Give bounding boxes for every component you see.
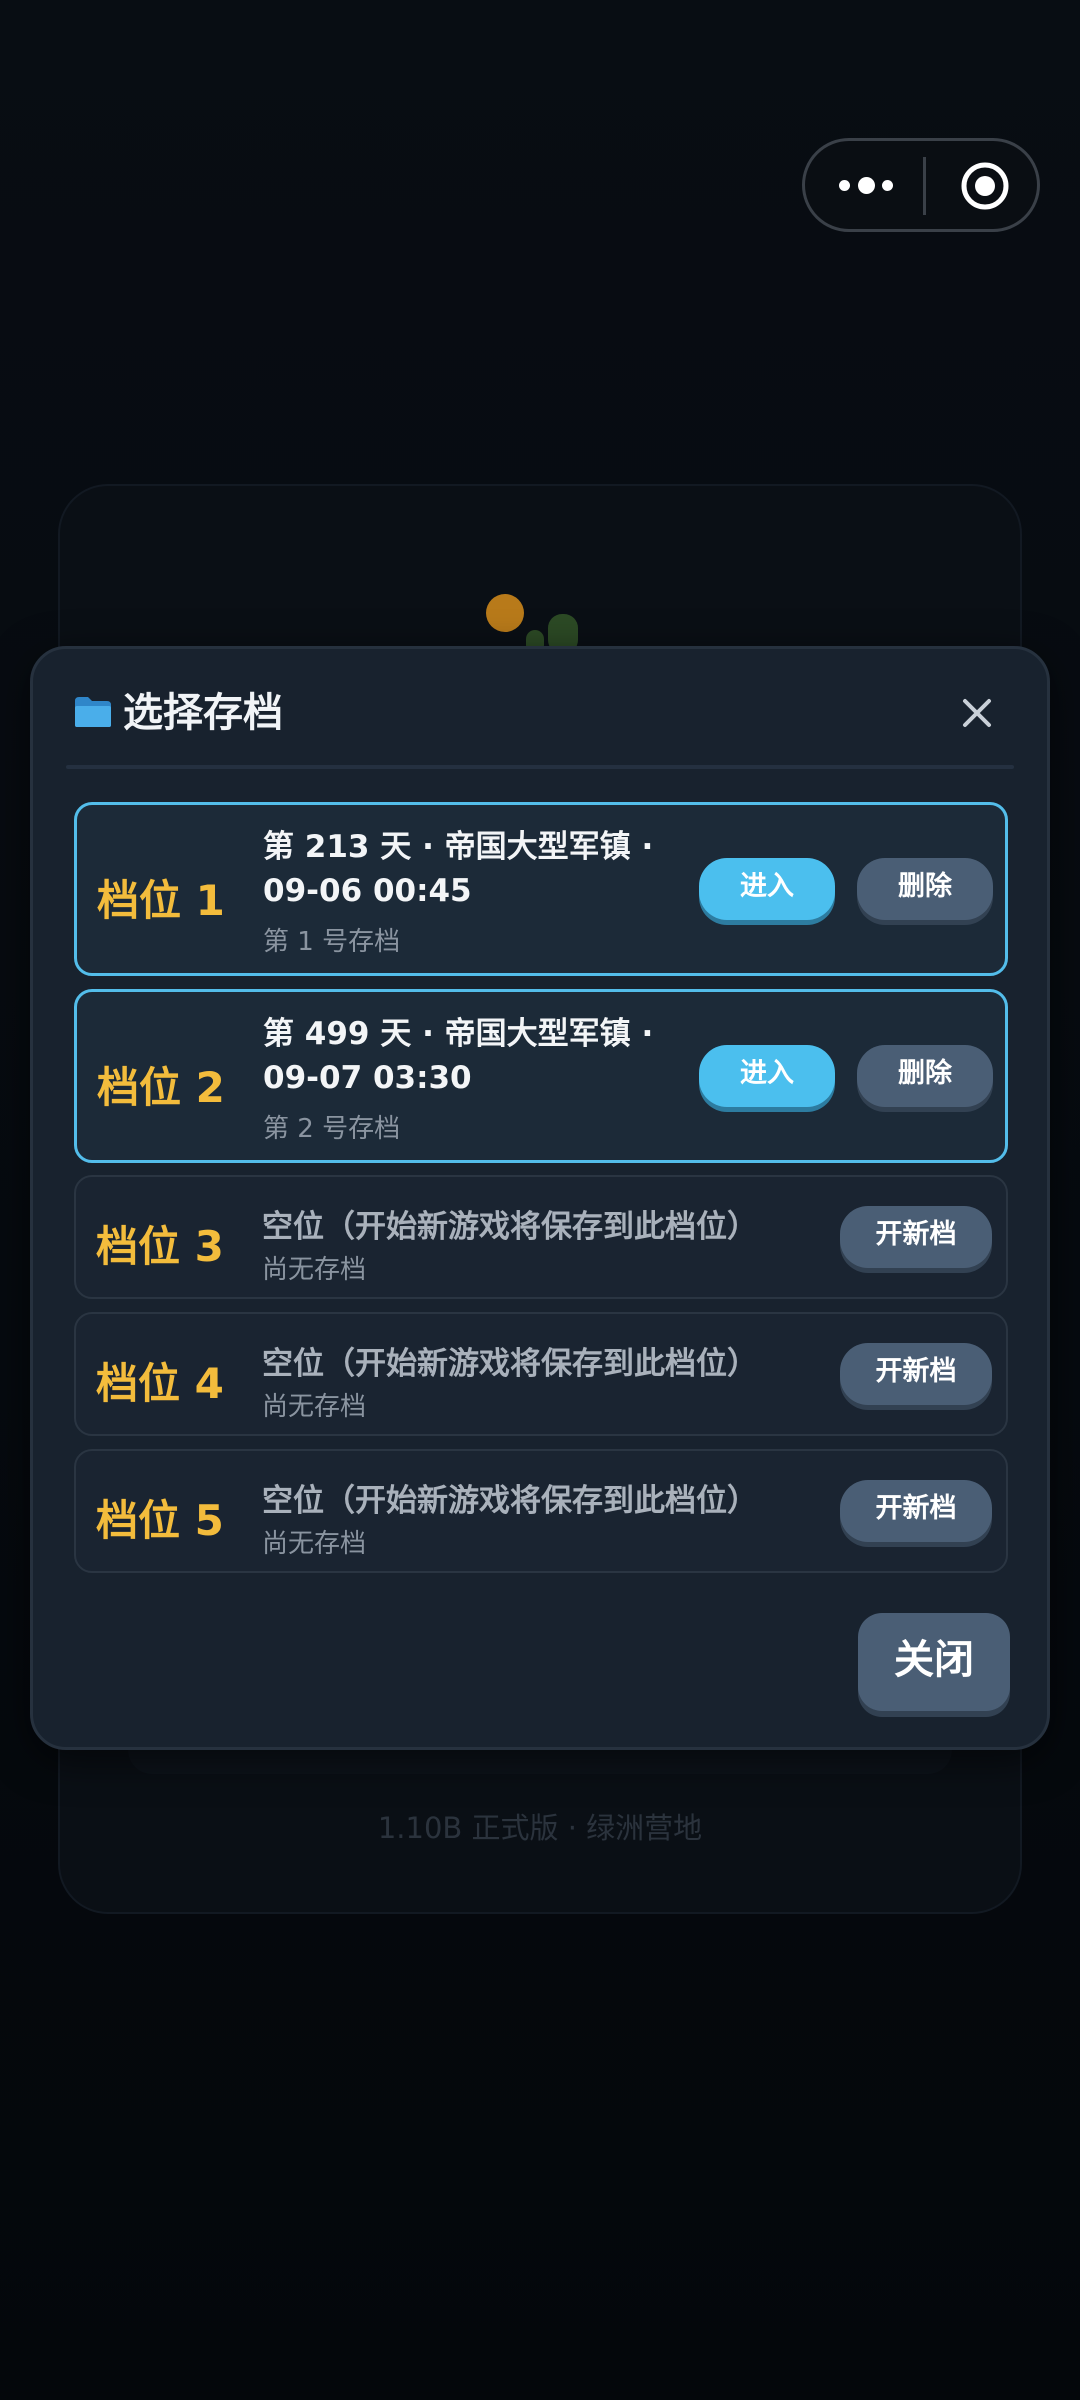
empty-slot-text: 空位（开始新游戏将保存到此档位）: [262, 1209, 758, 1245]
dialog-title: 选择存档: [123, 690, 283, 736]
save-slot-4: 档位 4 空位（开始新游戏将保存到此档位） 尚无存档 开新档: [74, 1312, 1008, 1436]
slot-info: 第 499 天 · 帝国大型军镇 · 09-07 03:30: [263, 1012, 653, 1100]
slot-info-line: 第 499 天 · 帝国大型军镇 ·: [263, 1016, 654, 1052]
new-game-button[interactable]: 开新档: [840, 1206, 992, 1268]
slot-name: 档位 4: [96, 1359, 224, 1408]
more-dots-icon[interactable]: [839, 172, 895, 198]
logo-sun-dot: [486, 594, 524, 632]
empty-slot-text: 空位（开始新游戏将保存到此档位）: [262, 1483, 758, 1519]
close-icon[interactable]: [955, 691, 999, 735]
header-divider: [66, 765, 1014, 769]
capsule-divider: [923, 157, 926, 215]
save-slot-3: 档位 3 空位（开始新游戏将保存到此档位） 尚无存档 开新档: [74, 1175, 1008, 1299]
slot-subtitle: 第 1 号存档: [263, 927, 401, 957]
slot-info-time: 09-06 00:45: [263, 873, 472, 909]
enter-button[interactable]: 进入: [699, 1045, 835, 1107]
slot-name: 档位 1: [97, 876, 225, 925]
enter-button[interactable]: 进入: [699, 858, 835, 920]
save-slot-1: 档位 1 第 213 天 · 帝国大型军镇 · 09-06 00:45 第 1 …: [74, 802, 1008, 976]
slot-subtitle: 尚无存档: [262, 1529, 367, 1559]
slot-subtitle: 尚无存档: [262, 1392, 367, 1422]
slot-subtitle: 尚无存档: [262, 1255, 367, 1285]
slot-info: 第 213 天 · 帝国大型军镇 · 09-06 00:45: [263, 825, 653, 913]
close-button[interactable]: 关闭: [858, 1613, 1010, 1711]
folder-icon: [75, 697, 111, 727]
save-slot-5: 档位 5 空位（开始新游戏将保存到此档位） 尚无存档 开新档: [74, 1449, 1008, 1573]
miniprogram-capsule: [802, 138, 1040, 232]
empty-slot-text: 空位（开始新游戏将保存到此档位）: [262, 1346, 758, 1382]
slot-name: 档位 5: [96, 1496, 224, 1545]
dialog-header: 选择存档: [73, 683, 1017, 743]
version-footer: 1.10B 正式版 · 绿洲营地: [377, 1811, 703, 1845]
save-slot-2: 档位 2 第 499 天 · 帝国大型军镇 · 09-07 03:30 第 2 …: [74, 989, 1008, 1163]
new-game-button[interactable]: 开新档: [840, 1343, 992, 1405]
slot-name: 档位 3: [96, 1222, 224, 1271]
slot-info-time: 09-07 03:30: [263, 1060, 472, 1096]
delete-button[interactable]: 删除: [857, 858, 993, 920]
slot-subtitle: 第 2 号存档: [263, 1114, 401, 1144]
slot-name: 档位 2: [97, 1063, 225, 1112]
target-icon[interactable]: [960, 161, 1010, 211]
delete-button[interactable]: 删除: [857, 1045, 993, 1107]
save-select-dialog: 选择存档 档位 1 第 213 天 · 帝国大型军镇 · 09-06 00:45…: [30, 646, 1050, 1750]
new-game-button[interactable]: 开新档: [840, 1480, 992, 1542]
slot-info-line: 第 213 天 · 帝国大型军镇 ·: [263, 829, 654, 865]
